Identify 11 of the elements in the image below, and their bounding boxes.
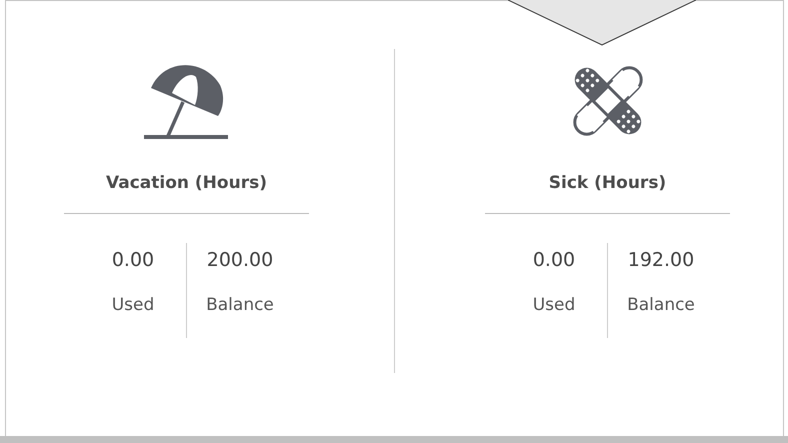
used-value: 0.00 [532,249,576,271]
used-value: 0.00 [112,249,154,271]
balance-value: 192.00 [628,249,694,271]
balance-label: Balance [206,295,274,315]
category-title: Vacation (Hours) [106,173,267,193]
used-label: Used [112,295,154,315]
balance-value: 200.00 [206,249,274,271]
used-label: Used [532,295,576,315]
beach-umbrella-icon [144,63,230,141]
balance-label: Balance [627,295,695,315]
category-title: Sick (Hours) [548,173,666,193]
